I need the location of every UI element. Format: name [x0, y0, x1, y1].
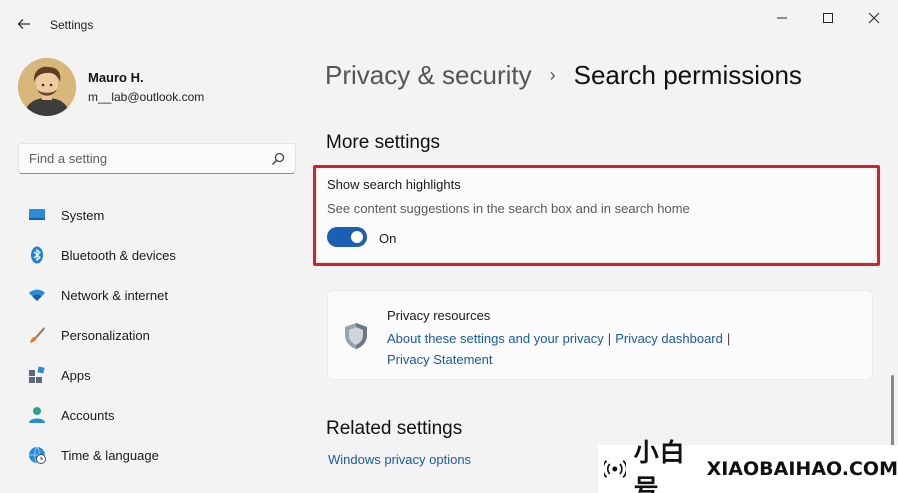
watermark-chinese: 小白号 [633, 439, 686, 493]
sidebar-item-network[interactable]: Network & internet [20, 275, 300, 315]
user-email: m__lab@outlook.com [88, 90, 205, 104]
sidebar-item-time-language[interactable]: Time & language [20, 435, 300, 475]
about-privacy-link[interactable]: About these settings and your privacy [387, 331, 604, 346]
sidebar-item-label: Personalization [61, 327, 150, 343]
sidebar-item-label: System [61, 207, 105, 223]
sidebar-item-accounts[interactable]: Accounts [20, 395, 300, 435]
maximize-button[interactable] [808, 6, 848, 30]
sidebar-item-label: Bluetooth & devices [61, 247, 176, 263]
sidebar-item-label: Apps [61, 367, 91, 383]
privacy-dashboard-link[interactable]: Privacy dashboard [615, 331, 723, 346]
minimize-icon [777, 17, 787, 19]
sidebar-item-label: Accounts [61, 407, 115, 423]
related-settings-heading: Related settings [326, 418, 463, 439]
page-title: Search permissions [573, 60, 802, 90]
more-settings-heading: More settings [326, 132, 441, 153]
link-separator: | [726, 331, 731, 346]
highlight-annotation-frame [313, 165, 880, 266]
wifi-icon [28, 286, 46, 304]
chevron-right-icon: › [549, 65, 556, 85]
scrollbar[interactable] [891, 375, 894, 450]
windows-privacy-options-link[interactable]: Windows privacy options [328, 452, 471, 467]
user-name: Mauro H. [88, 70, 144, 85]
breadcrumb: Privacy & security › Search permissions [325, 60, 802, 91]
sidebar-item-personalization[interactable]: Personalization [20, 315, 300, 355]
privacy-resources-title: Privacy resources [387, 308, 491, 323]
account-icon [28, 406, 46, 424]
privacy-resources-links: About these settings and your privacy | Pr… [387, 328, 767, 370]
maximize-icon [823, 13, 833, 23]
title-bar: Settings [0, 0, 898, 40]
search-box[interactable] [18, 143, 296, 174]
back-button[interactable] [12, 12, 36, 36]
sidebar-item-apps[interactable]: Apps [20, 355, 300, 395]
close-button[interactable] [854, 6, 894, 30]
back-arrow-icon [17, 19, 30, 29]
search-icon[interactable] [271, 152, 285, 166]
apps-icon [28, 366, 46, 384]
sidebar-nav: System Bluetooth & devices Network & int… [20, 195, 300, 475]
search-input[interactable] [29, 151, 271, 166]
user-avatar-icon [18, 58, 76, 116]
app-title: Settings [50, 18, 94, 32]
watermark-badge: 小白号 XIAOBAIHAO.COM [598, 439, 898, 493]
sidebar-item-system[interactable]: System [20, 195, 300, 235]
sidebar-item-label: Network & internet [61, 287, 168, 303]
globe-clock-icon [28, 446, 46, 464]
watermark-latin: XIAOBAIHAO.COM [706, 458, 898, 480]
system-monitor-icon [28, 206, 46, 224]
bluetooth-icon [28, 246, 46, 264]
brush-icon [28, 326, 46, 344]
user-profile[interactable]: Mauro H. m__lab@outlook.com [18, 58, 204, 116]
privacy-statement-link[interactable]: Privacy Statement [387, 352, 493, 367]
sidebar-item-bluetooth[interactable]: Bluetooth & devices [20, 235, 300, 275]
breadcrumb-parent[interactable]: Privacy & security [325, 60, 532, 91]
close-icon [868, 12, 880, 24]
avatar [18, 58, 76, 116]
shield-icon [345, 323, 367, 349]
minimize-button[interactable] [762, 6, 802, 30]
link-separator: | [607, 331, 612, 346]
broadcast-icon [604, 460, 626, 478]
sidebar-item-label: Time & language [61, 447, 159, 463]
